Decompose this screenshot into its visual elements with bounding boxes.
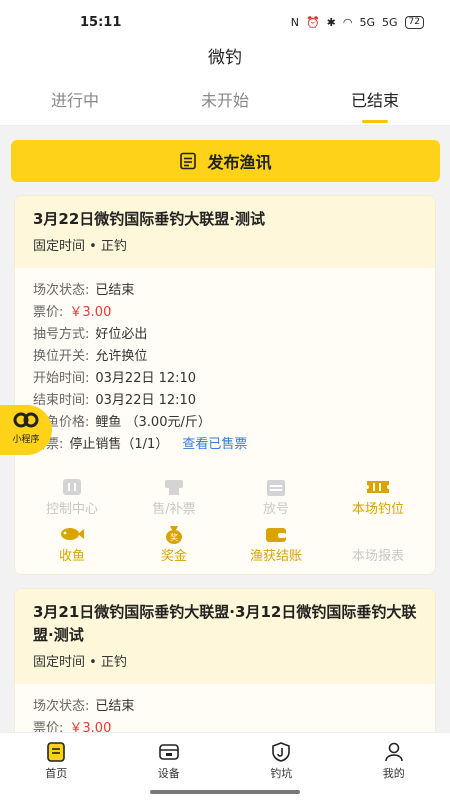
session-card-header: 3月22日微钓国际垂钓大联盟·测试 固定时间 • 正钓 xyxy=(15,196,435,268)
action-grid: 控制中心 售/补票 放号 本场钓位 收鱼 奖 奖金 渔获结账 本场报表 xyxy=(15,464,435,574)
status-time: 15:11 xyxy=(80,14,122,30)
session-report-button[interactable]: 本场报表 xyxy=(327,523,429,564)
home-indicator xyxy=(150,790,300,794)
device-icon xyxy=(158,744,179,760)
ticket-price: ￥3.00 xyxy=(69,305,112,320)
prize-button[interactable]: 奖 奖金 xyxy=(123,523,225,564)
session-subtitle: 固定时间 • 正钓 xyxy=(33,239,127,254)
session-details: 场次状态: 已结束 票价: ￥3.00 抽号方式: 好位必出 换位开关: 允许换位 开始… xyxy=(15,268,435,464)
mini-program-label: 小程序 xyxy=(12,435,40,445)
signal-icon-1: 5G xyxy=(359,15,376,29)
view-sold-tickets-link[interactable]: 查看已售票 xyxy=(182,437,247,452)
publish-news-button[interactable]: 发布渔讯 xyxy=(11,140,440,182)
release-number-button[interactable]: 放号 xyxy=(225,476,327,517)
user-icon xyxy=(384,742,403,762)
mini-program-icon xyxy=(13,412,39,428)
calendar-icon xyxy=(267,480,285,496)
ticket-printer-icon xyxy=(165,480,183,495)
control-center-button[interactable]: 控制中心 xyxy=(21,476,123,517)
nfc-icon: N xyxy=(290,15,299,29)
status-icons: N ⏰ ✱ ◠ 5G 5G 72 xyxy=(290,15,424,29)
collect-fish-button[interactable]: 收鱼 xyxy=(21,523,123,564)
home-doc-icon xyxy=(47,742,66,762)
detail-row-status: 场次状态: 已结束 xyxy=(33,699,135,714)
detail-row-draw: 抽号方式: 好位必出 xyxy=(33,327,148,342)
session-spots-button[interactable]: 本场钓位 xyxy=(327,476,429,517)
control-icon xyxy=(63,479,81,495)
svg-text:奖: 奖 xyxy=(170,532,178,542)
sell-ticket-button[interactable]: 售/补票 xyxy=(123,476,225,517)
page-title: 微钓 xyxy=(0,44,450,80)
tab-bar: 进行中 未开始 已结束 xyxy=(0,80,450,126)
catch-checkout-button[interactable]: 渔获结账 xyxy=(225,523,327,564)
detail-row-swap: 换位开关: 允许换位 xyxy=(33,349,148,364)
tab-finished[interactable]: 已结束 xyxy=(300,80,450,125)
bluetooth-icon: ✱ xyxy=(326,15,336,29)
wallet-icon xyxy=(266,528,286,542)
detail-row-start: 开始时间: 03月22日 12:10 xyxy=(33,371,197,386)
publish-news-label: 发布渔讯 xyxy=(207,153,272,172)
tab-upcoming[interactable]: 未开始 xyxy=(150,80,300,125)
session-card[interactable]: 3月22日微钓国际垂钓大联盟·测试 固定时间 • 正钓 场次状态: 已结束 票价:… xyxy=(14,195,436,575)
detail-row-price: 票价: ￥3.00 xyxy=(33,305,112,320)
session-title: 3月22日微钓国际垂钓大联盟·测试 xyxy=(33,210,266,228)
session-card[interactable]: 3月21日微钓国际垂钓大联盟·3月12日微钓国际垂钓大联盟·测试 固定时间 • … xyxy=(14,588,436,749)
detail-row-tickets: 售票: 停止销售（1/1） 查看已售票 xyxy=(33,437,248,452)
session-title: 3月21日微钓国际垂钓大联盟·3月12日微钓国际垂钓大联盟·测试 xyxy=(33,603,417,644)
wifi-icon: ◠ xyxy=(342,15,353,29)
detail-row-status: 场次状态: 已结束 xyxy=(33,283,135,298)
nav-home[interactable]: 首页 xyxy=(0,733,113,800)
ticket-icon xyxy=(367,481,389,493)
session-subtitle: 固定时间 • 正钓 xyxy=(33,655,127,670)
tab-ongoing[interactable]: 进行中 xyxy=(0,80,150,125)
alarm-icon: ⏰ xyxy=(305,15,320,29)
document-icon xyxy=(180,152,197,170)
prize-bag-icon: 奖 xyxy=(166,526,182,544)
mini-program-button[interactable]: 小程序 xyxy=(0,405,52,455)
detail-row-end: 结束时间: 03月22日 12:10 xyxy=(33,393,197,408)
battery-icon: 72 xyxy=(404,15,424,29)
session-card-header: 3月21日微钓国际垂钓大联盟·3月12日微钓国际垂钓大联盟·测试 固定时间 • … xyxy=(15,589,435,684)
fish-icon xyxy=(61,528,84,540)
shield-icon xyxy=(272,742,291,762)
status-bar: 15:11 N ⏰ ✱ ◠ 5G 5G 72 xyxy=(0,0,450,44)
signal-icon-2: 5G xyxy=(382,15,398,29)
nav-profile[interactable]: 我的 xyxy=(338,733,450,800)
detail-row-fish-price: 回鱼价格: 鲤鱼 （3.00元/斤） xyxy=(33,415,211,430)
